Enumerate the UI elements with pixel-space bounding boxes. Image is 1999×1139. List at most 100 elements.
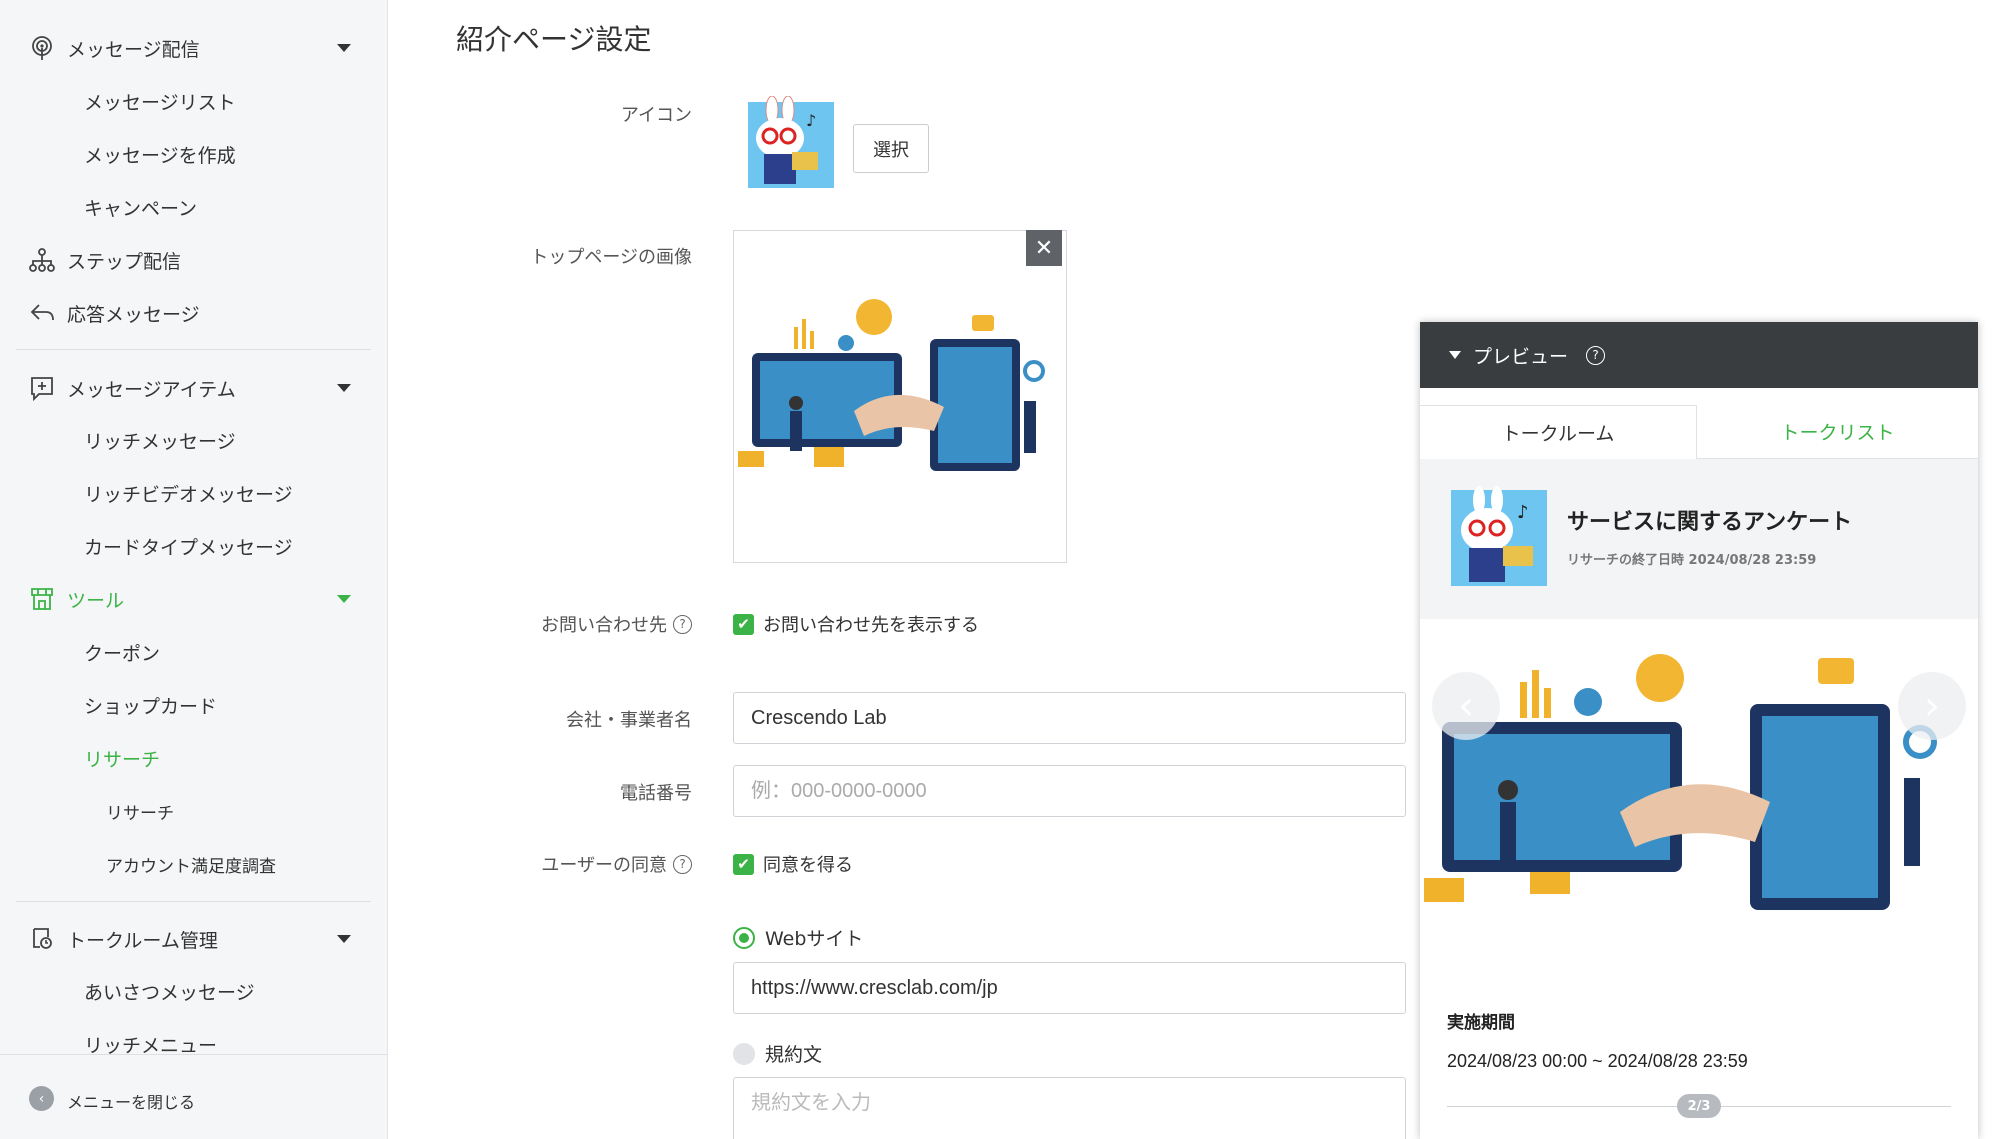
collapse-menu-button[interactable]: ‹ メニューを閉じる: [0, 1054, 388, 1139]
survey-icon-image: ♪: [1447, 486, 1547, 586]
nav-auto-reply[interactable]: 応答メッセージ: [0, 295, 388, 331]
nav-label: メッセージを作成: [84, 144, 236, 167]
survey-card: ♪ サービスに関するアンケート リサーチの終了日時 2024/08/28 23:…: [1420, 459, 1978, 619]
nav-message-items[interactable]: メッセージアイテム: [0, 370, 388, 406]
nav-research-sub[interactable]: リサーチ: [0, 793, 388, 829]
account-icon-image: ♪: [742, 95, 834, 190]
nav-label: メッセージリスト: [84, 91, 236, 114]
contact-field-label: お問い合わせ先 ?: [541, 611, 692, 637]
nav-label: クーポン: [84, 642, 161, 665]
nav-label: リッチビデオメッセージ: [84, 483, 293, 506]
tab-talklist[interactable]: トークリスト: [1697, 405, 1978, 459]
nav-label: ステップ配信: [67, 250, 182, 273]
nav-label: アカウント満足度調査: [106, 856, 276, 877]
terms-text-input[interactable]: [733, 1077, 1406, 1139]
nav-talkroom-management[interactable]: トークルーム管理: [0, 921, 388, 957]
nav-rich-video-message[interactable]: リッチビデオメッセージ: [0, 475, 388, 511]
terms-radio-row[interactable]: 規約文: [733, 1040, 822, 1067]
radio-label: 規約文: [765, 1044, 823, 1066]
company-field-label: 会社・事業者名: [566, 706, 692, 732]
top-image-preview: [733, 230, 1067, 563]
consent-checkbox-row[interactable]: ✔ 同意を得る: [733, 851, 853, 877]
radio-label: Webサイト: [765, 928, 864, 950]
nav-step-delivery[interactable]: ステップ配信: [0, 242, 388, 278]
chevron-left-icon: ‹: [29, 1086, 54, 1111]
label-text: トップページの画像: [530, 247, 692, 268]
website-url-input[interactable]: [733, 962, 1406, 1014]
nav-label: リサーチ: [84, 748, 161, 771]
nav-coupon[interactable]: クーポン: [0, 634, 388, 670]
nav-label: リサーチ: [106, 803, 174, 824]
chevron-down-icon: [337, 44, 351, 52]
label-text: 電話番号: [620, 783, 692, 804]
top-image-field-label: トップページの画像: [530, 243, 692, 269]
divider: [16, 349, 371, 350]
nav-label: リッチメッセージ: [84, 430, 236, 453]
divider: [16, 901, 371, 902]
nav-label: ツール: [67, 589, 125, 612]
radio-selected-icon[interactable]: [733, 926, 755, 949]
nav-label: カードタイプメッセージ: [84, 536, 293, 559]
carousel-next-button[interactable]: ›: [1898, 672, 1966, 740]
nav-card-type-message[interactable]: カードタイプメッセージ: [0, 528, 388, 564]
chat-settings-icon: [28, 925, 56, 953]
nav-label: メッセージ配信: [67, 38, 200, 61]
icon-field-label: アイコン: [621, 101, 692, 127]
nav-create-message[interactable]: メッセージを作成: [0, 136, 388, 172]
help-icon[interactable]: ?: [1586, 345, 1606, 365]
collapse-menu-label: メニューを閉じる: [67, 1093, 196, 1112]
label-text: アイコン: [620, 105, 692, 126]
svg-text:♪: ♪: [806, 111, 816, 130]
nav-shop-card[interactable]: ショップカード: [0, 687, 388, 723]
period-value: 2024/08/23 00:00 ~ 2024/08/28 23:59: [1447, 1051, 1748, 1071]
page-title: 紹介ページ設定: [456, 23, 652, 56]
page-indicator-badge: 2/3: [1677, 1094, 1721, 1118]
nav-label: メッセージアイテム: [67, 378, 236, 401]
reply-icon: [28, 299, 56, 327]
preview-header[interactable]: プレビュー ?: [1420, 322, 1978, 388]
radio-unselected-icon[interactable]: [733, 1042, 755, 1065]
tab-talkroom[interactable]: トークルーム: [1420, 405, 1697, 459]
nav-message-list[interactable]: メッセージリスト: [0, 83, 388, 119]
nav-campaign[interactable]: キャンペーン: [0, 189, 388, 225]
nav-message-delivery[interactable]: メッセージ配信: [0, 30, 388, 66]
sidebar: メッセージ配信 メッセージリスト メッセージを作成 キャンペーン ステップ配信 …: [0, 0, 388, 1139]
help-icon[interactable]: ?: [673, 614, 692, 634]
consent-field-label: ユーザーの同意 ?: [541, 851, 692, 877]
collapse-triangle-icon[interactable]: [1449, 351, 1461, 359]
radio-dot: [739, 932, 749, 943]
checkbox-checked-icon[interactable]: ✔: [733, 613, 754, 635]
show-contact-checkbox-row[interactable]: ✔ お問い合わせ先を表示する: [733, 611, 979, 637]
broadcast-icon: [28, 34, 56, 62]
nav-label: トークルーム管理: [67, 929, 218, 952]
phone-field-label: 電話番号: [620, 779, 692, 805]
nav-greeting-message[interactable]: あいさつメッセージ: [0, 973, 388, 1009]
nav-tools[interactable]: ツール: [0, 581, 388, 617]
company-name-input[interactable]: [733, 692, 1406, 744]
website-radio-row[interactable]: Webサイト: [733, 924, 863, 951]
chevron-down-icon: [337, 935, 351, 943]
preview-title: プレビュー: [1473, 345, 1569, 368]
preview-main-image: [1420, 652, 1978, 952]
nav-label: ショップカード: [84, 695, 218, 718]
chevron-down-icon: [337, 595, 351, 603]
checkbox-label: 同意を得る: [763, 855, 853, 876]
nav-account-satisfaction[interactable]: アカウント満足度調査: [0, 846, 388, 882]
checkbox-checked-icon[interactable]: ✔: [733, 853, 754, 875]
select-icon-button[interactable]: 選択: [853, 124, 929, 173]
close-icon[interactable]: ✕: [1026, 230, 1062, 266]
step-flow-icon: [28, 246, 56, 274]
survey-title: サービスに関するアンケート: [1567, 510, 1853, 535]
nav-label: あいさつメッセージ: [84, 981, 255, 1004]
survey-end-date: リサーチの終了日時 2024/08/28 23:59: [1567, 553, 1817, 568]
label-text: ユーザーの同意: [541, 855, 667, 876]
checkbox-label: お問い合わせ先を表示する: [763, 615, 979, 636]
label-text: お問い合わせ先: [541, 615, 667, 636]
carousel-prev-button[interactable]: ‹: [1432, 672, 1500, 740]
phone-number-input[interactable]: [733, 765, 1406, 817]
add-message-icon: [28, 374, 56, 402]
nav-rich-message[interactable]: リッチメッセージ: [0, 422, 388, 458]
help-icon[interactable]: ?: [673, 854, 692, 874]
nav-research[interactable]: リサーチ: [0, 740, 388, 776]
period-label: 実施期間: [1447, 1013, 1515, 1033]
